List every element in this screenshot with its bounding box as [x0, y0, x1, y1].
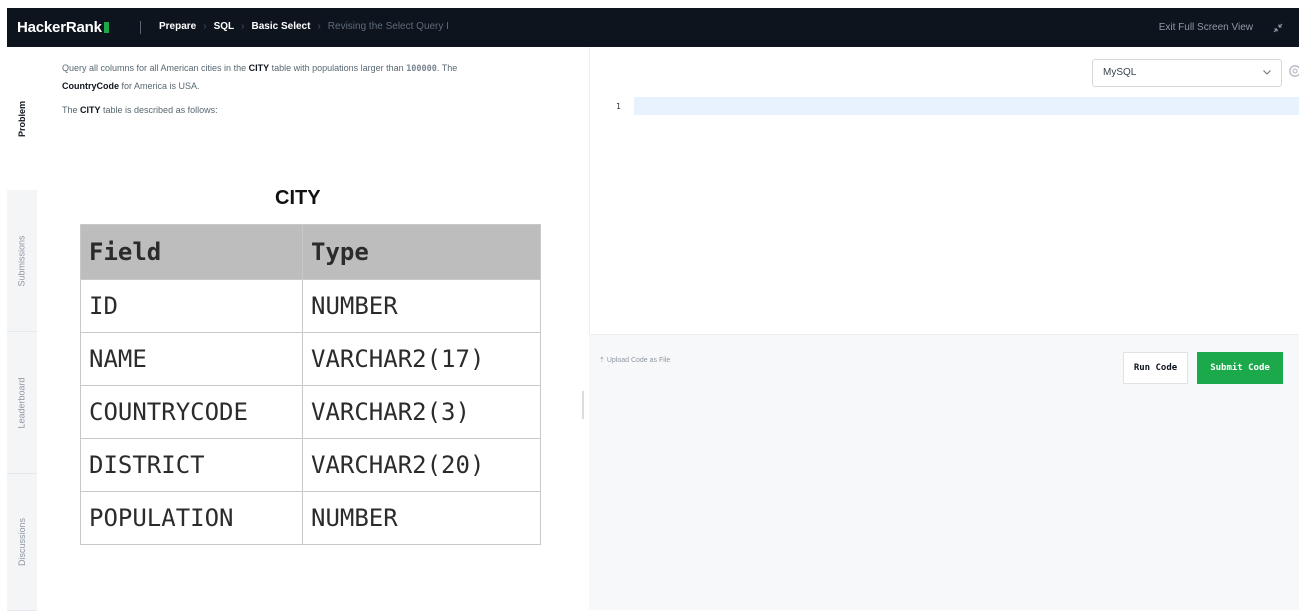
table-name-bold: CITY: [80, 105, 101, 115]
hackerrank-logo[interactable]: HackerRank: [17, 19, 109, 36]
field-cell: POPULATION: [80, 491, 303, 545]
run-code-button[interactable]: Run Code: [1123, 352, 1188, 384]
language-select-value: MySQL: [1103, 67, 1137, 78]
breadcrumb-separator: ›: [317, 21, 321, 32]
schema-table: Field Type ID NUMBER NAME VARCHAR2(17) C…: [80, 224, 541, 545]
breadcrumb: Prepare › SQL › Basic Select › Revising …: [159, 21, 449, 32]
tab-discussions[interactable]: Discussions: [7, 474, 37, 611]
table-name-bold: CITY: [248, 63, 270, 73]
text: table with populations larger than: [269, 63, 407, 73]
breadcrumb-basic-select[interactable]: Basic Select: [252, 21, 311, 32]
top-nav-bar: HackerRank Prepare › SQL › Basic Select …: [7, 8, 1299, 47]
field-cell: DISTRICT: [80, 438, 303, 492]
column-header-type: Type: [302, 224, 541, 280]
upload-code-link[interactable]: ⇡ Upload Code as File: [599, 356, 670, 364]
type-cell: NUMBER: [302, 279, 541, 333]
table-row: NAME VARCHAR2(17): [80, 332, 541, 386]
language-select[interactable]: MySQL: [1092, 59, 1282, 87]
tab-discussions-label: Discussions: [17, 517, 28, 567]
table-row: DISTRICT VARCHAR2(20): [80, 438, 541, 492]
table-row: COUNTRYCODE VARCHAR2(3): [80, 385, 541, 439]
chevron-down-icon: [1263, 70, 1271, 75]
logo-mark-icon: [103, 22, 109, 33]
tab-submissions-label: Submissions: [17, 234, 27, 287]
type-cell: NUMBER: [302, 491, 541, 545]
field-cell: NAME: [80, 332, 303, 386]
type-cell: VARCHAR2(17): [302, 332, 541, 386]
text: Query all columns for all American citie…: [62, 63, 249, 73]
tab-leaderboard-label: Leaderboard: [17, 376, 28, 429]
minimize-icon[interactable]: [1271, 21, 1285, 35]
exit-full-screen-link[interactable]: Exit Full Screen View: [1159, 22, 1253, 33]
table-header-row: Field Type: [80, 224, 541, 280]
header-divider: [140, 21, 141, 34]
submit-code-button[interactable]: Submit Code: [1197, 352, 1283, 384]
text: table is described as follows:: [100, 105, 218, 115]
code-editor-panel: MySQL 1: [589, 47, 1299, 334]
schema-table-title: CITY: [275, 187, 321, 209]
problem-statement-panel: Query all columns for all American citie…: [37, 47, 578, 610]
gear-icon[interactable]: [1288, 64, 1299, 78]
problem-description-line-3: The CITY table is described as follows:: [62, 102, 218, 119]
problem-description-line-1: Query all columns for all American citie…: [62, 60, 457, 78]
type-cell: VARCHAR2(3): [302, 385, 541, 439]
logo-text: HackerRank: [17, 19, 102, 36]
output-panel: [589, 398, 1299, 610]
upload-icon: ⇡: [599, 357, 607, 364]
table-row: ID NUMBER: [80, 279, 541, 333]
breadcrumb-sql[interactable]: SQL: [214, 21, 235, 32]
type-cell: VARCHAR2(20): [302, 438, 541, 492]
population-threshold: 100000: [406, 64, 437, 74]
table-row: POPULATION NUMBER: [80, 491, 541, 545]
tab-problem[interactable]: Problem: [7, 47, 37, 190]
tab-submissions[interactable]: Submissions: [7, 190, 37, 332]
column-header-field: Field: [80, 224, 303, 280]
breadcrumb-current-page: Revising the Select Query I: [327, 21, 449, 32]
text: . The: [436, 63, 458, 73]
tab-problem-label: Problem: [17, 100, 28, 137]
breadcrumb-separator: ›: [203, 21, 207, 32]
side-tabs: Problem Submissions Leaderboard Discussi…: [7, 47, 37, 611]
text: for America is USA.: [119, 81, 200, 91]
field-cell: COUNTRYCODE: [80, 385, 303, 439]
upload-code-label: Upload Code as File: [606, 357, 671, 364]
column-name-bold: CountryCode: [62, 81, 119, 91]
panel-resize-handle[interactable]: [582, 391, 584, 419]
breadcrumb-separator: ›: [241, 21, 245, 32]
breadcrumb-prepare[interactable]: Prepare: [159, 21, 196, 32]
tab-leaderboard[interactable]: Leaderboard: [7, 332, 37, 474]
field-cell: ID: [80, 279, 303, 333]
code-editor-input[interactable]: [634, 97, 1299, 115]
line-number: 1: [616, 102, 621, 111]
editor-action-bar: ⇡ Upload Code as File Run Code Submit Co…: [589, 334, 1299, 400]
problem-description-line-2: CountryCode for America is USA.: [62, 78, 200, 95]
text: The: [62, 105, 81, 115]
